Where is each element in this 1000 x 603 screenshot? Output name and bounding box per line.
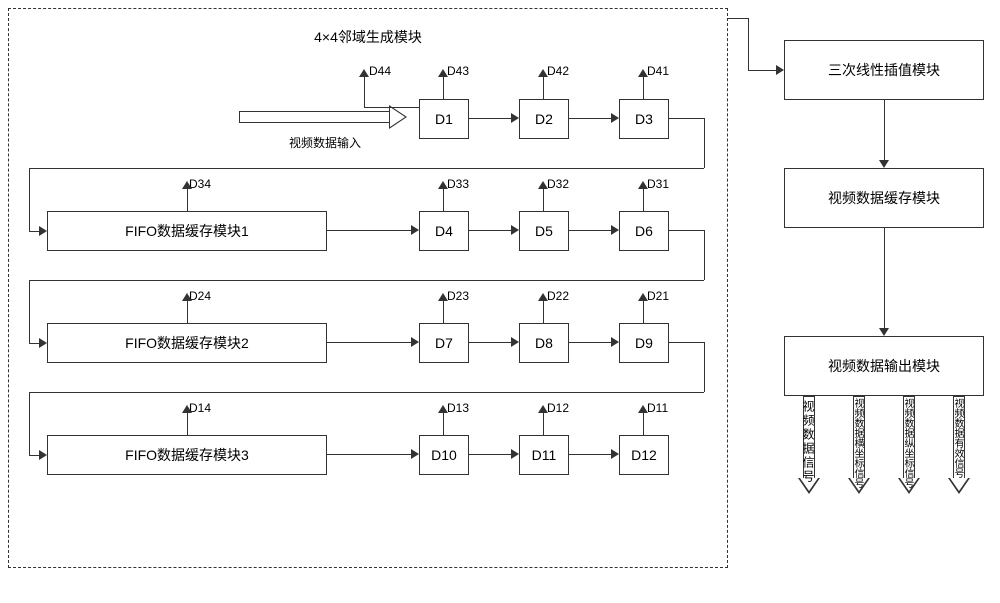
out-d33: D33: [447, 177, 469, 191]
fifo-1: FIFO数据缓存模块1: [47, 211, 327, 251]
reg-d12: D12: [619, 435, 669, 475]
out-label-2: 视频数据横坐标信号: [850, 398, 865, 488]
out-d42: D42: [547, 64, 569, 78]
reg-d7: D7: [419, 323, 469, 363]
out-label-1: 视频数据信号: [800, 400, 817, 484]
out-d21: D21: [647, 289, 669, 303]
out-d31: D31: [647, 177, 669, 191]
cache-module: 视频数据缓存模块: [784, 168, 984, 228]
out-d23: D23: [447, 289, 469, 303]
reg-d8: D8: [519, 323, 569, 363]
interp-module: 三次线性插值模块: [784, 40, 984, 100]
input-arrow: [239, 105, 409, 129]
reg-d1: D1: [419, 99, 469, 139]
out-d11: D11: [647, 401, 668, 415]
output-module: 视频数据输出模块: [784, 336, 984, 396]
out-d24: D24: [189, 289, 211, 303]
fifo-3: FIFO数据缓存模块3: [47, 435, 327, 475]
out-d43: D43: [447, 64, 469, 78]
reg-d2: D2: [519, 99, 569, 139]
out-label-3: 视频数据纵坐标信号: [900, 398, 915, 488]
out-d22: D22: [547, 289, 569, 303]
reg-d11: D11: [519, 435, 569, 475]
reg-d5: D5: [519, 211, 569, 251]
out-d13: D13: [447, 401, 469, 415]
reg-d3: D3: [619, 99, 669, 139]
reg-d6: D6: [619, 211, 669, 251]
out-d34: D34: [189, 177, 211, 191]
reg-d4: D4: [419, 211, 469, 251]
fifo-2: FIFO数据缓存模块2: [47, 323, 327, 363]
reg-d10: D10: [419, 435, 469, 475]
main-title: 4×4邻域生成模块: [314, 27, 422, 47]
out-d14: D14: [189, 401, 211, 415]
out-d32: D32: [547, 177, 569, 191]
neighborhood-module: 4×4邻域生成模块 D1 D2 D3 视频数据输入 D44 D43 D42 D4…: [8, 8, 728, 568]
reg-d9: D9: [619, 323, 669, 363]
out-d41: D41: [647, 64, 669, 78]
out-label-4: 视频数据有效信号: [950, 398, 965, 478]
out-d12: D12: [547, 401, 569, 415]
input-label: 视频数据输入: [289, 134, 361, 151]
out-d44: D44: [369, 64, 391, 78]
